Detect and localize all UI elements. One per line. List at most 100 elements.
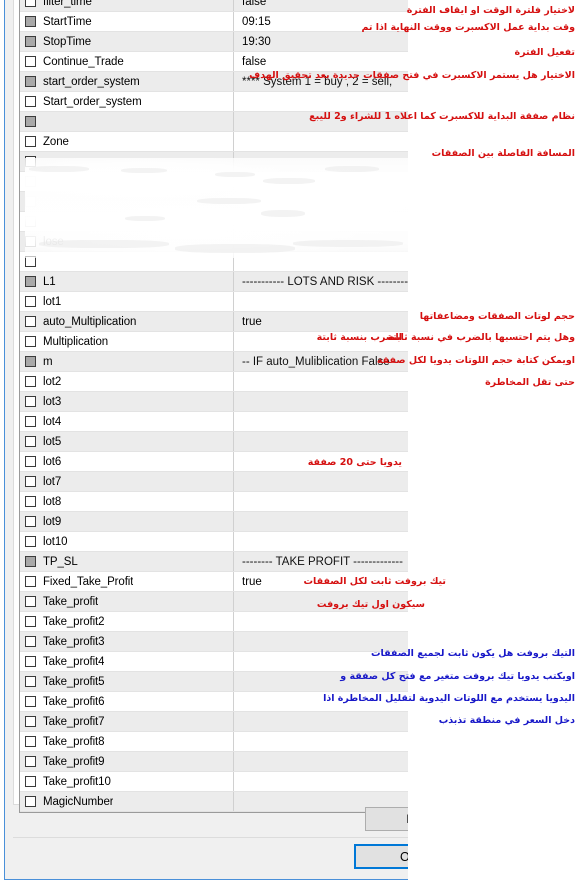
checkbox-icon[interactable] (25, 776, 36, 787)
checkbox-icon[interactable] (25, 256, 36, 267)
parameter-name: lot3 (43, 395, 62, 408)
checkbox-icon[interactable] (25, 636, 36, 647)
grid-row[interactable]: Multiplication1.8 (20, 332, 448, 352)
grid-row[interactable] (20, 212, 448, 232)
parameter-name: TP_SL (43, 555, 78, 568)
checkbox-icon[interactable] (25, 36, 36, 47)
grid-row[interactable]: Take_profit880 (20, 732, 448, 752)
grid-row-name-cell: lot8 (20, 492, 234, 511)
grid-row-name-cell: lot10 (20, 532, 234, 551)
grid-row[interactable]: Take_profit555 (20, 672, 448, 692)
grid-row[interactable]: auto_Multiplication true (20, 312, 448, 332)
checkbox-icon[interactable] (25, 436, 36, 447)
grid-row[interactable]: Take_profit445 (20, 652, 448, 672)
grid-row[interactable]: 1 (20, 192, 448, 212)
checkbox-icon[interactable] (25, 216, 36, 227)
parameter-name: StartTime (43, 15, 92, 28)
grid-row[interactable]: filter_time false (20, 0, 448, 12)
checkbox-icon[interactable] (25, 136, 36, 147)
parameter-name: lot4 (43, 415, 62, 428)
checkbox-icon[interactable] (25, 16, 36, 27)
parameter-name: lot6 (43, 455, 62, 468)
grid-row[interactable]: lot20.03 (20, 372, 448, 392)
checkbox-icon[interactable] (25, 356, 36, 367)
checkbox-icon[interactable] (25, 576, 36, 587)
grid-row-name-cell: Multiplication (20, 332, 234, 351)
grid-row[interactable]: Zone20.0 (20, 132, 448, 152)
grid-row[interactable]: Take_profit10100 (20, 772, 448, 792)
checkbox-icon[interactable] (25, 656, 36, 667)
checkbox-icon[interactable] (25, 76, 36, 87)
grid-row[interactable]: lot10.01 (20, 292, 448, 312)
checkbox-icon[interactable] (25, 276, 36, 287)
checkbox-icon[interactable] (25, 496, 36, 507)
grid-row[interactable]: m -- IF auto_Muliblication False -- (20, 352, 448, 372)
grid-row[interactable]: Take_profit240 (20, 612, 448, 632)
grid-row[interactable] (20, 252, 448, 272)
checkbox-icon[interactable] (25, 516, 36, 527)
grid-row[interactable]: lot50.09 (20, 432, 448, 452)
grid-row[interactable]: lot40.07 (20, 412, 448, 432)
grid-row[interactable]: lot70.13 (20, 472, 448, 492)
grid-row-name-cell: lot4 (20, 412, 234, 431)
grid-row[interactable]: lot30.05 (20, 392, 448, 412)
checkbox-icon[interactable] (25, 316, 36, 327)
parameter-name: Take_profit10 (43, 775, 111, 788)
grid-row-name-cell: Take_profit8 (20, 732, 234, 751)
checkbox-icon[interactable] (25, 396, 36, 407)
checkbox-icon[interactable] (25, 716, 36, 727)
checkbox-icon[interactable] (25, 456, 36, 467)
grid-row[interactable]: Take_profit668 (20, 692, 448, 712)
grid-row-name-cell: lot7 (20, 472, 234, 491)
checkbox-icon[interactable] (25, 536, 36, 547)
grid-row[interactable] (20, 152, 448, 172)
grid-row-name-cell: Continue_Trade (20, 52, 234, 71)
grid-row[interactable]: Continue_Trade false (20, 52, 448, 72)
checkbox-icon[interactable] (25, 176, 36, 187)
checkbox-icon[interactable] (25, 116, 36, 127)
checkbox-icon[interactable] (25, 236, 36, 247)
grid-row[interactable]: lot90.17 (20, 512, 448, 532)
checkbox-icon[interactable] (25, 596, 36, 607)
parameter-name: Take_profit8 (43, 735, 105, 748)
checkbox-icon[interactable] (25, 696, 36, 707)
checkbox-icon[interactable] (25, 736, 36, 747)
grid-row[interactable]: Take_profit50 (20, 592, 448, 612)
grid-row[interactable]: L1 ----------- LOTS AND RISK ------------… (20, 272, 448, 292)
grid-row[interactable]: lot80.15 (20, 492, 448, 512)
grid-row[interactable]: Take_profit340 (20, 632, 448, 652)
grid-row[interactable]: lose0 (20, 232, 448, 252)
grid-row[interactable]: lot60.11 (20, 452, 448, 472)
checkbox-icon[interactable] (25, 336, 36, 347)
checkbox-icon[interactable] (25, 756, 36, 767)
grid-row[interactable]: Take_profit995 (20, 752, 448, 772)
property-grid[interactable]: filter_time false StartTime 09:15 StopTime 19… (19, 0, 449, 813)
grid-row[interactable]: StartTime 09:15 (20, 12, 448, 32)
checkbox-icon[interactable] (25, 416, 36, 427)
grid-row[interactable]: Fixed_Take_Profit true (20, 572, 448, 592)
checkbox-icon[interactable] (25, 0, 36, 7)
grid-row[interactable]: start_order_system **** System 1 = buy , … (20, 72, 448, 92)
checkbox-icon[interactable] (25, 796, 36, 807)
grid-row[interactable]: Take_profit780 (20, 712, 448, 732)
checkbox-icon[interactable] (25, 476, 36, 487)
checkbox-icon[interactable] (25, 196, 36, 207)
screenshot-clip-mask (408, 0, 585, 882)
checkbox-icon[interactable] (25, 96, 36, 107)
grid-row[interactable]: lot100.19 (20, 532, 448, 552)
checkbox-icon[interactable] (25, 156, 36, 167)
checkbox-icon[interactable] (25, 556, 36, 567)
grid-row[interactable] (20, 112, 448, 132)
grid-row-name-cell: Take_profit (20, 592, 234, 611)
checkbox-icon[interactable] (25, 296, 36, 307)
grid-row-name-cell (20, 252, 234, 271)
checkbox-icon[interactable] (25, 616, 36, 627)
grid-row[interactable]: TP_SL -------- TAKE PROFIT ------------- (20, 552, 448, 572)
grid-row[interactable]: StopTime 19:30 (20, 32, 448, 52)
grid-row[interactable] (20, 172, 448, 192)
grid-row-name-cell (20, 212, 234, 231)
grid-row[interactable]: Start_order_system3 (20, 92, 448, 112)
checkbox-icon[interactable] (25, 676, 36, 687)
checkbox-icon[interactable] (25, 56, 36, 67)
checkbox-icon[interactable] (25, 376, 36, 387)
